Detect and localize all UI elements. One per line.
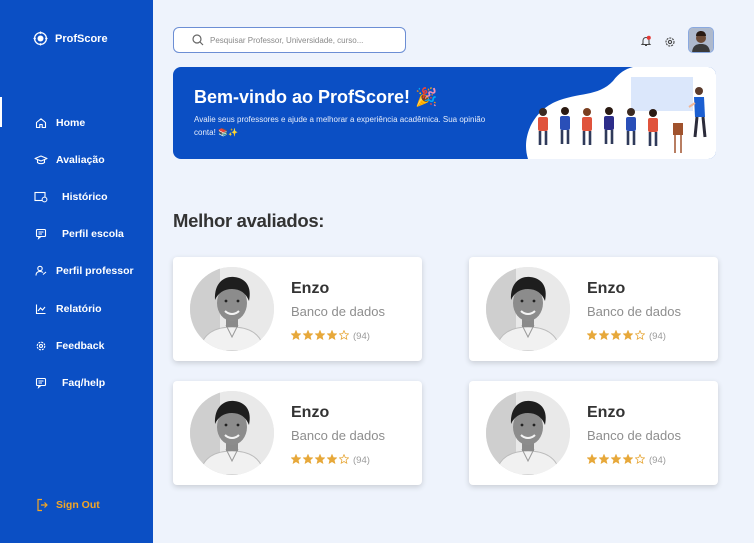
professor-avatar-image	[486, 267, 570, 351]
sidebar-nav: Home Avaliação Histórico Perfil escola P…	[34, 104, 134, 402]
active-nav-indicator	[0, 97, 2, 127]
star-filled-icon	[302, 451, 314, 469]
logo-icon	[33, 31, 48, 46]
professor-subject: Banco de dados	[587, 304, 681, 319]
rating-count: (94)	[649, 454, 666, 466]
professor-photo	[486, 267, 570, 351]
professor-name: Enzo	[291, 404, 330, 421]
sidebar-item-label: Home	[56, 116, 86, 129]
star-filled-icon	[314, 451, 326, 469]
star-filled-icon	[598, 327, 610, 345]
sidebar-item-historico[interactable]: Histórico	[34, 178, 134, 215]
rating-count: (94)	[353, 330, 370, 342]
sign-out-label: Sign Out	[56, 499, 100, 511]
star-filled-icon	[326, 327, 338, 345]
star-filled-icon	[598, 451, 610, 469]
search-input[interactable]	[210, 35, 400, 45]
section-title: Melhor avaliados:	[173, 210, 325, 231]
search-bar[interactable]	[173, 27, 406, 53]
professor-avatar-image	[486, 391, 570, 475]
star-filled-icon	[326, 451, 338, 469]
star-filled-icon	[290, 451, 302, 469]
sidebar-item-label: Perfil escola	[62, 228, 124, 241]
sidebar-item-label: Avaliação	[56, 153, 105, 166]
professor-subject: Banco de dados	[587, 428, 681, 443]
professor-name: Enzo	[587, 404, 626, 421]
sidebar-item-label: Faq/help	[62, 376, 106, 389]
star-filled-icon	[622, 451, 634, 469]
sidebar-item-label: Perfil professor	[56, 265, 134, 278]
star-filled-icon	[610, 451, 622, 469]
star-filled-icon	[302, 327, 314, 345]
star-empty-icon	[338, 327, 350, 345]
sidebar-item-perfil-professor[interactable]: Perfil professor	[34, 253, 134, 290]
professor-name: Enzo	[587, 280, 626, 297]
star-filled-icon	[290, 327, 302, 345]
professor-card[interactable]: Enzo Banco de dados (94)	[173, 381, 422, 485]
history-icon	[34, 190, 48, 204]
sidebar-item-perfil-escola[interactable]: Perfil escola	[34, 216, 134, 253]
rating-count: (94)	[649, 330, 666, 342]
professor-name: Enzo	[291, 280, 330, 297]
classroom-illustration	[526, 67, 716, 159]
sidebar-item-label: Feedback	[56, 339, 105, 352]
star-rating: (94)	[290, 327, 370, 345]
professor-card[interactable]: Enzo Banco de dados (94)	[173, 257, 422, 361]
banner-title: Bem-vindo ao ProfScore! 🎉	[194, 87, 438, 107]
star-filled-icon	[622, 327, 634, 345]
sidebar-item-label: Relatório	[56, 302, 102, 315]
rating-count: (94)	[353, 454, 370, 466]
app-name: ProfScore	[55, 32, 108, 45]
user-avatar[interactable]	[688, 27, 714, 53]
avatar-image	[689, 28, 713, 52]
professor-card[interactable]: Enzo Banco de dados (94)	[469, 381, 718, 485]
professor-avatar-image	[190, 267, 274, 351]
professor-subject: Banco de dados	[291, 304, 385, 319]
star-rating: (94)	[586, 451, 666, 469]
sign-out-button[interactable]: Sign Out	[36, 498, 100, 512]
teacher-profile-icon	[34, 264, 48, 278]
star-empty-icon	[634, 451, 646, 469]
star-filled-icon	[586, 451, 598, 469]
star-rating: (94)	[586, 327, 666, 345]
search-icon	[192, 34, 204, 46]
sidebar-item-feedback[interactable]: Feedback	[34, 327, 134, 364]
logo[interactable]: ProfScore	[33, 31, 108, 46]
notification-bell-icon[interactable]	[640, 35, 652, 47]
star-filled-icon	[610, 327, 622, 345]
professor-avatar-image	[190, 391, 274, 475]
sidebar-item-avaliacao[interactable]: Avaliação	[34, 141, 134, 178]
school-profile-icon	[34, 227, 48, 241]
welcome-banner: Bem-vindo ao ProfScore! 🎉 Avalie seus pr…	[173, 67, 716, 159]
professor-photo	[190, 391, 274, 475]
sign-out-icon	[37, 498, 48, 512]
sidebar: ProfScore Home Avaliação Histórico Perfi	[0, 0, 153, 543]
graduation-cap-icon	[34, 153, 48, 167]
banner-subtitle: Avalie seus professores e ajude a melhor…	[194, 115, 486, 137]
sidebar-item-relatorio[interactable]: Relatório	[34, 290, 134, 327]
sidebar-item-home[interactable]: Home	[34, 104, 134, 141]
star-rating: (94)	[290, 451, 370, 469]
sidebar-item-label: Histórico	[62, 190, 108, 203]
star-filled-icon	[314, 327, 326, 345]
settings-gear-icon[interactable]	[664, 36, 676, 48]
home-icon	[34, 116, 48, 130]
help-chat-icon	[34, 376, 48, 390]
professor-card[interactable]: Enzo Banco de dados (94)	[469, 257, 718, 361]
professor-photo	[486, 391, 570, 475]
report-chart-icon	[34, 302, 48, 316]
star-filled-icon	[586, 327, 598, 345]
professor-subject: Banco de dados	[291, 428, 385, 443]
feedback-gear-icon	[34, 339, 48, 353]
sidebar-item-faq-help[interactable]: Faq/help	[34, 364, 134, 401]
star-empty-icon	[634, 327, 646, 345]
star-empty-icon	[338, 451, 350, 469]
professor-photo	[190, 267, 274, 351]
